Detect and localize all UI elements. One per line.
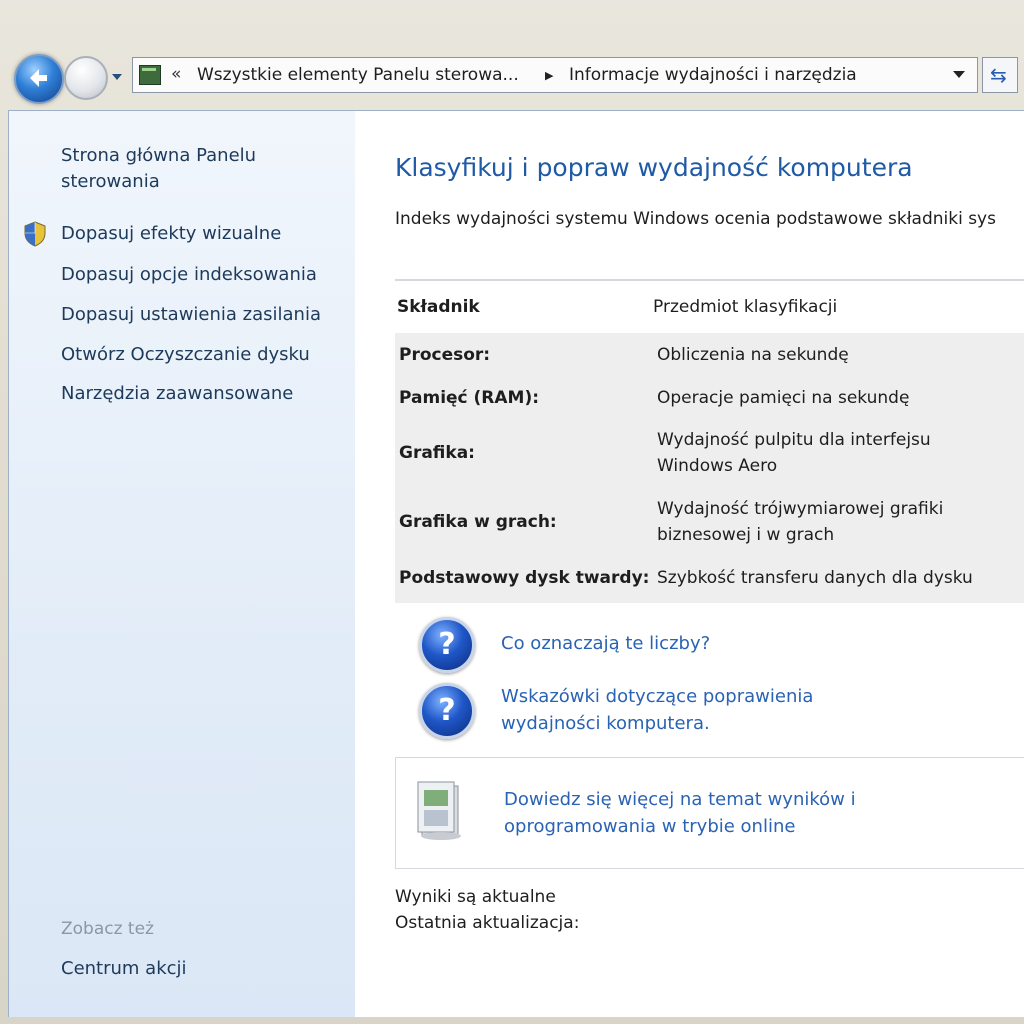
sidebar-item-action-center[interactable]: Centrum akcji bbox=[61, 958, 187, 979]
row-hard-disk-name: Podstawowy dysk twardy: bbox=[399, 568, 650, 588]
help-icon[interactable]: ? bbox=[419, 617, 475, 673]
page-description: Indeks wydajności systemu Windows ocenia… bbox=[395, 209, 996, 229]
sidebar-item-visual-effects[interactable]: Dopasuj efekty wizualne bbox=[61, 223, 281, 244]
learn-more-online-link[interactable]: Dowiedz się więcej na temat wyników i op… bbox=[504, 786, 884, 840]
breadcrumb-overflow-chevron[interactable]: « bbox=[171, 64, 181, 84]
online-info-box: Dowiedz się więcej na temat wyników i op… bbox=[395, 757, 1024, 869]
row-gaming-graphics-name: Grafika w grach: bbox=[399, 512, 557, 532]
shield-icon bbox=[24, 221, 46, 247]
row-processor-desc: Obliczenia na sekundę bbox=[657, 345, 849, 365]
row-memory-name: Pamięć (RAM): bbox=[399, 388, 540, 408]
row-graphics-desc: Wydajność pulpitu dla interfejsu Windows… bbox=[657, 430, 931, 476]
refresh-button[interactable]: ⇆ bbox=[982, 57, 1018, 93]
back-button[interactable] bbox=[14, 54, 64, 104]
address-bar[interactable]: « Wszystkie elementy Panelu sterowa... ▶… bbox=[132, 57, 978, 93]
recent-pages-button[interactable] bbox=[110, 68, 124, 82]
last-update-label: Ostatnia aktualizacja: bbox=[395, 913, 580, 933]
what-numbers-mean-link[interactable]: Co oznaczają te liczby? bbox=[501, 630, 861, 657]
row-memory-desc: Operacje pamięci na sekundę bbox=[657, 388, 910, 408]
forward-button[interactable] bbox=[64, 56, 108, 100]
sidebar: Strona główna Panelu sterowania Dopasuj … bbox=[9, 111, 355, 1017]
sidebar-item-advanced-tools[interactable]: Narzędzia zaawansowane bbox=[61, 383, 293, 404]
see-also-header: Zobacz też bbox=[61, 919, 154, 939]
navigation-bar: « Wszystkie elementy Panelu sterowa... ▶… bbox=[0, 48, 1024, 106]
performance-tips-link[interactable]: Wskazówki dotyczące poprawienia wydajnoś… bbox=[501, 683, 861, 737]
breadcrumb-separator-icon[interactable]: ▶ bbox=[545, 69, 553, 82]
table-body: Procesor: Obliczenia na sekundę Pamięć (… bbox=[395, 333, 1024, 603]
row-processor-name: Procesor: bbox=[399, 345, 491, 365]
control-panel-window: Strona główna Panelu sterowania Dopasuj … bbox=[8, 110, 1024, 1017]
column-header-rated-item: Przedmiot klasyfikacji bbox=[653, 297, 838, 317]
sidebar-item-control-panel-home[interactable]: Strona główna Panelu sterowania bbox=[61, 143, 301, 195]
table-header: Składnik Przedmiot klasyfikacji bbox=[395, 279, 1024, 333]
column-header-component: Składnik bbox=[397, 297, 480, 317]
sidebar-item-indexing-options[interactable]: Dopasuj opcje indeksowania bbox=[61, 264, 317, 285]
recent-pages-icon bbox=[112, 74, 122, 80]
sidebar-item-disk-cleanup[interactable]: Otwórz Oczyszczanie dysku bbox=[61, 344, 310, 365]
software-box-icon bbox=[417, 781, 461, 840]
breadcrumb-performance-info[interactable]: Informacje wydajności i narzędzia bbox=[569, 65, 857, 85]
row-graphics-name: Grafika: bbox=[399, 443, 475, 463]
scores-status: Wyniki są aktualne bbox=[395, 887, 556, 907]
sidebar-item-power-settings[interactable]: Dopasuj ustawienia zasilania bbox=[61, 304, 321, 325]
control-panel-icon bbox=[139, 65, 161, 85]
back-arrow-icon bbox=[30, 69, 47, 87]
help-icon[interactable]: ? bbox=[419, 683, 475, 739]
page-title: Klasyfikuj i popraw wydajność komputera bbox=[395, 153, 913, 182]
main-content: Klasyfikuj i popraw wydajność komputera … bbox=[355, 111, 1024, 1017]
breadcrumb-all-control-panel-items[interactable]: Wszystkie elementy Panelu sterowa... bbox=[197, 65, 519, 85]
row-hard-disk-desc: Szybkość transferu danych dla dysku bbox=[657, 568, 973, 588]
row-gaming-graphics-desc: Wydajność trójwymiarowej grafiki bizneso… bbox=[657, 499, 944, 545]
refresh-icon: ⇆ bbox=[990, 63, 1007, 87]
dropdown-icon[interactable] bbox=[953, 71, 965, 78]
